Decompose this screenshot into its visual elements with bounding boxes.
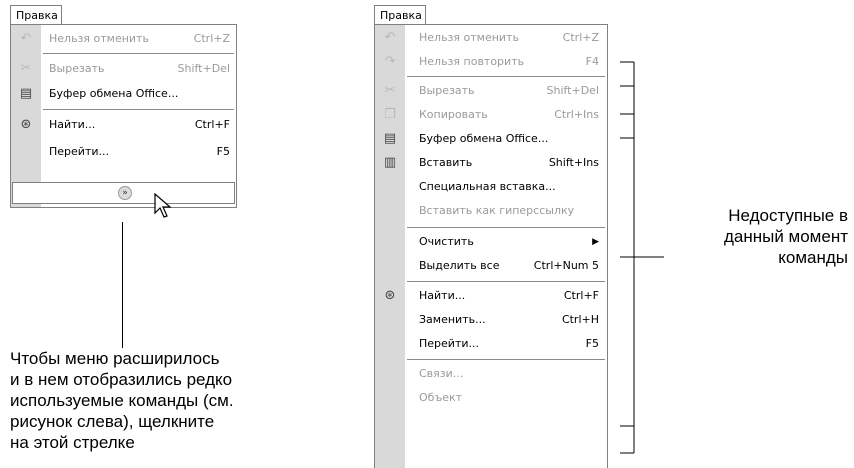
menu-item-shortcut: Shift+Ins [548,156,599,169]
binoculars-icon: ⊛ [384,288,396,303]
menu-item-goto[interactable]: Перейти... F5 [375,332,607,356]
triangle-right-icon: ▶ [592,237,599,247]
unavailable-bracket [620,61,664,454]
menu-item-label: Выделить все [419,259,500,272]
mouse-pointer-icon [154,193,172,218]
menu-item-cut[interactable]: ✂ Вырезать Shift+Del [375,79,607,103]
menu-item-label: Нельзя отменить [419,31,519,44]
menu-item-paste[interactable]: ▥ Вставить Shift+Ins [375,151,607,175]
menu-item-find[interactable]: ⊛ Найти... Ctrl+F [11,113,236,137]
edit-menu-tab-label: Правка [380,9,422,22]
menu-item-find[interactable]: ⊛ Найти... Ctrl+F [375,284,607,308]
clipboard-office-icon: ▤ [383,131,397,146]
menu-item-label: Вырезать [419,84,475,97]
menu-item-shortcut: Shift+Del [546,84,599,97]
menu-item-office-clipboard[interactable]: ▤ Буфер обмена Office... [375,127,607,151]
expand-hint-line: на этой стрелке [10,433,135,452]
expand-hint-text: Чтобы меню расширилось и в нем отобразил… [10,348,234,453]
copy-icon: ❐ [384,107,396,122]
menu-item-label: Вставить как гиперссылку [419,204,575,217]
menu-separator [43,53,234,54]
menu-item-label: Заменить... [419,313,486,326]
paste-icon: ▥ [383,155,397,170]
menu-item-office-clipboard[interactable]: ▤ Буфер обмена Office... [11,82,236,106]
menu-item-label: Найти... [49,118,96,131]
clipboard-office-icon: ▤ [19,86,33,101]
menu-separator [43,109,234,110]
menu-item-goto[interactable]: Перейти... F5 [11,140,236,164]
edit-menu-tab-label: Правка [16,9,58,22]
menu-item-shortcut: Ctrl+F [194,118,230,131]
menu-item-shortcut: Ctrl+Ins [554,108,599,121]
menu-item-label: Буфер обмена Office... [419,132,549,145]
menu-separator [407,76,605,77]
menu-expand-button[interactable]: » [12,182,235,204]
menu-item-label: Нельзя отменить [49,32,149,45]
scissors-icon: ✂ [20,61,32,76]
menu-item-label: Очистить [419,235,474,248]
redo-icon: ↷ [384,54,396,69]
edit-menu-tab-right[interactable]: Правка [374,5,426,25]
edit-menu-expanded: ↶ Нельзя отменить Ctrl+Z ↷ Нельзя повтор… [374,24,608,468]
menu-item-redo[interactable]: ↷ Нельзя повторить F4 [375,50,607,74]
unavailable-line: Недоступные в [728,206,848,225]
scissors-icon: ✂ [384,83,396,98]
menu-item-undo[interactable]: ↶ Нельзя отменить Ctrl+Z [11,27,236,51]
menu-separator [407,281,605,282]
menu-item-shortcut: Ctrl+F [563,289,599,302]
edit-menu-collapsed: ↶ Нельзя отменить Ctrl+Z ✂ Вырезать Shif… [10,24,237,208]
menu-item-shortcut: Ctrl+Z [193,32,230,45]
menu-item-label: Специальная вставка... [419,180,556,193]
unavailable-line: команды [778,248,848,267]
menu-item-select-all[interactable]: Выделить все Ctrl+Num 5 [375,254,607,278]
menu-item-shortcut: Ctrl+Z [562,31,599,44]
callout-line-expand [122,222,123,348]
expand-hint-line: и в нем отобразились редко [10,370,233,389]
menu-item-label: Буфер обмена Office... [49,87,179,100]
menu-item-undo[interactable]: ↶ Нельзя отменить Ctrl+Z [375,26,607,50]
expand-hint-line: используемые команды (см. [10,391,234,410]
undo-icon: ↶ [20,31,32,46]
menu-item-shortcut: F5 [585,337,599,350]
menu-item-paste-special[interactable]: Специальная вставка... [375,175,607,199]
expand-hint-line: Чтобы меню расширилось [10,349,220,368]
double-chevron-down-icon: » [118,186,132,200]
menu-item-replace[interactable]: Заменить... Ctrl+H [375,308,607,332]
menu-item-label: Копировать [419,108,488,121]
menu-item-shortcut: Ctrl+Num 5 [533,259,599,272]
menu-item-paste-hyperlink[interactable]: Вставить как гиперссылку [375,199,607,223]
menu-item-clear[interactable]: Очистить ▶ [375,230,607,254]
menu-separator [407,227,605,228]
menu-item-label: Перейти... [49,145,109,158]
menu-separator [407,359,605,360]
edit-menu-tab-left[interactable]: Правка [10,5,62,25]
unavailable-commands-text: Недоступные в данный момент команды [688,205,848,268]
menu-item-label: Объект [419,391,463,404]
binoculars-icon: ⊛ [20,117,32,132]
unavailable-line: данный момент [723,227,848,246]
menu-item-label: Вставить [419,156,473,169]
menu-item-label: Вырезать [49,62,105,75]
menu-item-shortcut: F5 [216,145,230,158]
menu-item-shortcut: F4 [585,55,599,68]
menu-item-copy[interactable]: ❐ Копировать Ctrl+Ins [375,103,607,127]
menu-item-label: Найти... [419,289,466,302]
menu-item-cut[interactable]: ✂ Вырезать Shift+Del [11,57,236,81]
menu-item-label: Связи... [419,367,464,380]
menu-item-shortcut: Shift+Del [177,62,230,75]
undo-icon: ↶ [384,30,396,45]
menu-item-shortcut: Ctrl+H [561,313,599,326]
menu-item-label: Нельзя повторить [419,55,525,68]
menu-item-label: Перейти... [419,337,479,350]
menu-item-links[interactable]: Связи... [375,362,607,386]
expand-hint-line: рисунок слева), щелкните [10,412,215,431]
menu-item-object[interactable]: Объект [375,386,607,410]
